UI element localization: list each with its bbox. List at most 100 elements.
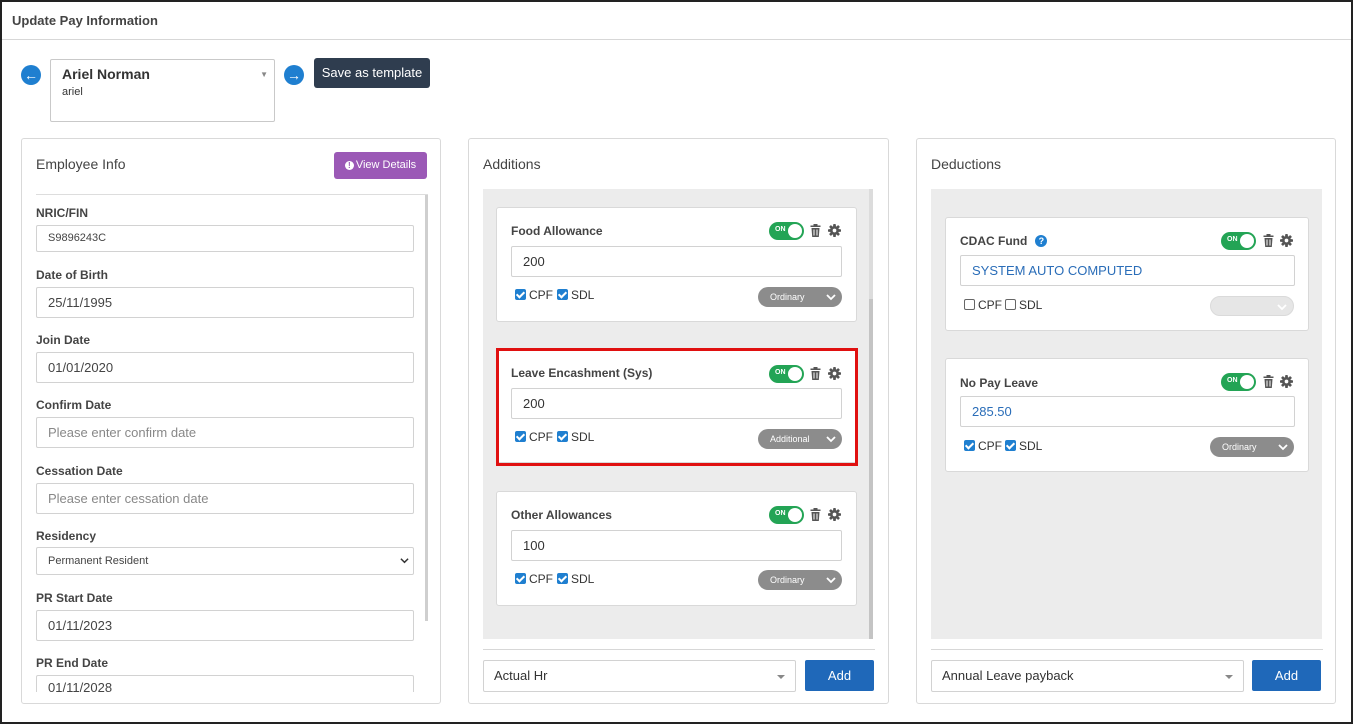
add-deduction-button[interactable]: Add <box>1252 660 1321 691</box>
wage-type-select[interactable] <box>1210 296 1294 316</box>
trash-icon[interactable] <box>809 224 822 237</box>
next-employee-arrow-icon[interactable]: → <box>284 65 304 85</box>
deduction-name-row: CDAC Fund? <box>960 234 1048 248</box>
cpf-label: CPF <box>529 288 553 302</box>
cpf-label: CPF <box>529 572 553 586</box>
addition-name: Food Allowance <box>511 224 603 238</box>
wage-type-select[interactable]: Ordinary <box>758 570 842 590</box>
scrollbar-thumb[interactable] <box>869 299 873 639</box>
gear-icon[interactable] <box>828 508 841 521</box>
view-details-label: View Details <box>355 159 417 171</box>
toggle-switch[interactable]: ON <box>1221 373 1256 391</box>
chevron-down-icon <box>1277 304 1287 311</box>
checkbox-checked-icon <box>515 573 526 584</box>
addition-card-food-allowance: Food Allowance ON 200 CPF SDL Ordinary <box>496 207 857 322</box>
save-as-template-button[interactable]: Save as template <box>314 58 430 88</box>
residency-label: Residency <box>36 529 97 543</box>
confirm-date-label: Confirm Date <box>36 398 112 412</box>
employee-info-panel: Employee Info ! View Details NRIC/FIN S98… <box>21 138 441 704</box>
sdl-label: SDL <box>1019 439 1043 453</box>
toggle-switch[interactable]: ON <box>1221 232 1256 250</box>
gear-icon[interactable] <box>1280 234 1293 247</box>
sdl-checkbox[interactable]: SDL <box>557 288 594 302</box>
join-date-field[interactable]: 01/01/2020 <box>36 352 414 383</box>
employee-select[interactable]: Ariel Norman ariel ▼ <box>50 59 275 122</box>
scrollbar[interactable] <box>869 189 873 639</box>
wage-type-value: Ordinary <box>770 575 805 585</box>
cessation-date-field[interactable]: Please enter cessation date <box>36 483 414 514</box>
gear-icon[interactable] <box>828 224 841 237</box>
cpf-checkbox[interactable]: CPF <box>964 298 1002 312</box>
cessation-date-label: Cessation Date <box>36 464 123 478</box>
toggle-label: ON <box>775 226 786 233</box>
help-icon[interactable]: ? <box>1035 235 1048 247</box>
sdl-checkbox[interactable]: SDL <box>1005 298 1042 312</box>
divider <box>483 649 875 650</box>
residency-value: Permanent Resident <box>48 555 149 567</box>
employee-fields-scroll[interactable]: NRIC/FIN S9896243C Date of Birth 25/11/1… <box>36 194 428 692</box>
scrollbar[interactable] <box>425 195 428 621</box>
toggle-label: ON <box>1227 377 1238 384</box>
divider <box>931 649 1323 650</box>
highlight-box <box>496 348 858 466</box>
toggle-switch[interactable]: ON <box>769 222 804 240</box>
cpf-label: CPF <box>978 298 1002 312</box>
deduction-name: No Pay Leave <box>960 376 1039 390</box>
sdl-checkbox[interactable]: SDL <box>1005 439 1042 453</box>
checkbox-unchecked-icon <box>1005 299 1016 310</box>
amount-input[interactable]: 200 <box>511 246 842 277</box>
wage-type-value: Ordinary <box>1222 442 1257 452</box>
toggle-switch[interactable]: ON <box>769 506 804 524</box>
chevron-down-icon <box>1278 444 1288 451</box>
residency-select[interactable]: Permanent Resident <box>36 547 414 575</box>
deduction-type-select[interactable]: Annual Leave payback <box>931 660 1244 692</box>
cpf-checkbox[interactable]: CPF <box>964 439 1002 453</box>
wage-type-select[interactable]: Ordinary <box>758 287 842 307</box>
pr-start-date-label: PR Start Date <box>36 591 113 605</box>
confirm-date-field[interactable]: Please enter confirm date <box>36 417 414 448</box>
caret-down-icon <box>1225 675 1233 679</box>
checkbox-checked-icon <box>557 573 568 584</box>
deduction-card-cdac-fund: CDAC Fund? ON SYSTEM AUTO COMPUTED CPF S… <box>945 217 1309 331</box>
nric-field[interactable]: S9896243C <box>36 225 414 252</box>
checkbox-checked-icon <box>1005 440 1016 451</box>
amount-input[interactable]: 285.50 <box>960 396 1295 427</box>
employee-username: ariel <box>62 86 83 98</box>
deduction-card-no-pay-leave: No Pay Leave ON 285.50 CPF SDL Ordinary <box>945 358 1309 472</box>
toggle-label: ON <box>1227 236 1238 243</box>
sdl-label: SDL <box>1019 298 1043 312</box>
date-of-birth-field[interactable]: 25/11/1995 <box>36 287 414 318</box>
window-header: Update Pay Information <box>2 2 1351 40</box>
trash-icon[interactable] <box>1262 234 1275 247</box>
checkbox-checked-icon <box>964 440 975 451</box>
chevron-down-icon <box>826 294 836 301</box>
gear-icon[interactable] <box>1280 375 1293 388</box>
pr-end-date-label: PR End Date <box>36 656 109 670</box>
employee-info-title: Employee Info <box>36 156 126 172</box>
checkbox-unchecked-icon <box>964 299 975 310</box>
pr-end-date-field[interactable]: 01/11/2028 <box>36 675 414 692</box>
sdl-checkbox[interactable]: SDL <box>557 572 594 586</box>
previous-employee-arrow-icon[interactable]: ← <box>21 65 41 85</box>
addition-type-select[interactable]: Actual Hr <box>483 660 796 692</box>
view-details-button[interactable]: ! View Details <box>334 152 427 179</box>
trash-icon[interactable] <box>809 508 822 521</box>
sdl-label: SDL <box>571 288 595 302</box>
dob-label: Date of Birth <box>36 268 108 282</box>
pr-start-date-field[interactable]: 01/11/2023 <box>36 610 414 641</box>
cpf-checkbox[interactable]: CPF <box>515 572 553 586</box>
checkbox-checked-icon <box>515 289 526 300</box>
join-date-label: Join Date <box>36 333 91 347</box>
addition-card-other-allowances: Other Allowances ON 100 CPF SDL Ordinary <box>496 491 857 606</box>
amount-input[interactable]: SYSTEM AUTO COMPUTED <box>960 255 1295 286</box>
wage-type-value: Ordinary <box>770 292 805 302</box>
deductions-list[interactable]: CDAC Fund? ON SYSTEM AUTO COMPUTED CPF S… <box>931 189 1322 639</box>
deductions-title: Deductions <box>931 156 1002 172</box>
additions-title: Additions <box>483 156 541 172</box>
trash-icon[interactable] <box>1262 375 1275 388</box>
cpf-checkbox[interactable]: CPF <box>515 288 553 302</box>
employee-name: Ariel Norman <box>62 66 150 82</box>
wage-type-select[interactable]: Ordinary <box>1210 437 1294 457</box>
amount-input[interactable]: 100 <box>511 530 842 561</box>
add-addition-button[interactable]: Add <box>805 660 874 691</box>
